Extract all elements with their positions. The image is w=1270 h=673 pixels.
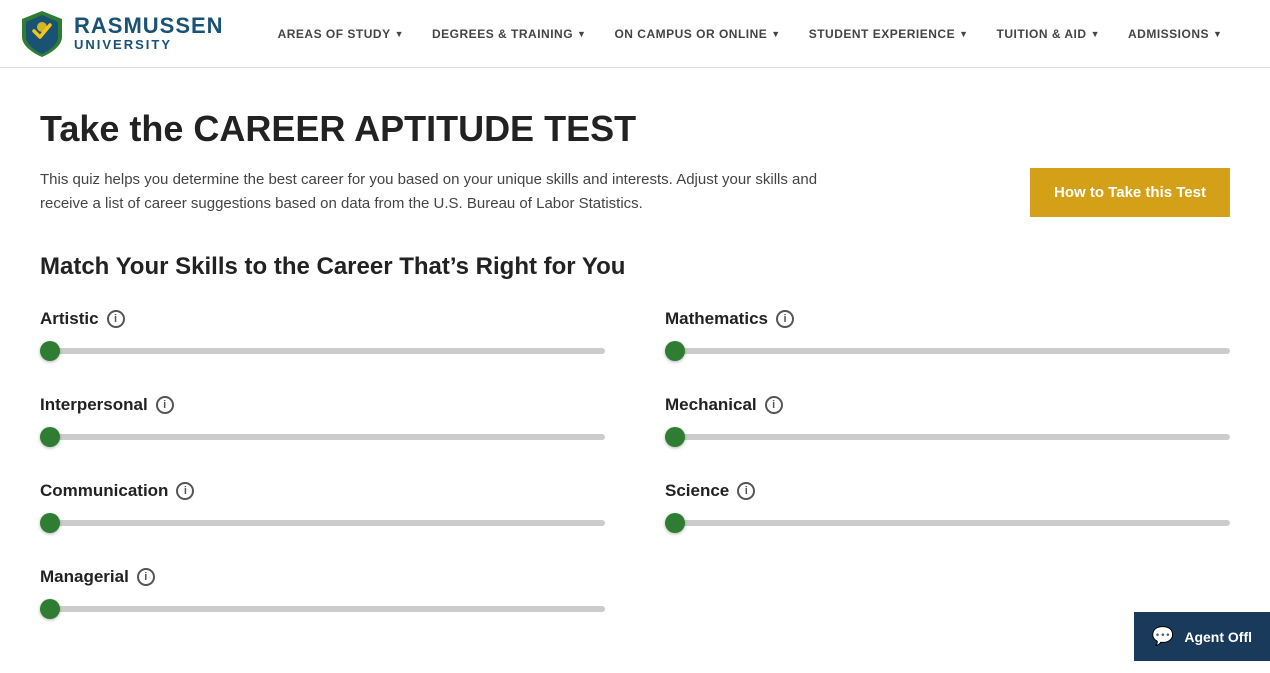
- nav-menu: AREAS OF STUDY ▼ DEGREES & TRAINING ▼ ON…: [264, 0, 1237, 68]
- nav-item-tuition: TUITION & AID ▼: [983, 0, 1114, 68]
- slider-science[interactable]: [665, 520, 1230, 526]
- slider-group-interpersonal: Interpersonal i: [40, 395, 605, 445]
- page-title: Take the CAREER APTITUDE TEST: [40, 108, 1230, 150]
- nav-item-degrees: DEGREES & TRAINING ▼: [418, 0, 600, 68]
- intro-row: This quiz helps you determine the best c…: [40, 168, 1230, 217]
- chevron-down-icon: ▼: [1091, 29, 1100, 39]
- slider-managerial[interactable]: [40, 606, 605, 612]
- nav-link-admissions[interactable]: ADMISSIONS ▼: [1114, 0, 1236, 68]
- slider-mathematics[interactable]: [665, 348, 1230, 354]
- section-title: Match Your Skills to the Career That’s R…: [40, 253, 1230, 281]
- slider-label-science: Science i: [665, 481, 1230, 501]
- nav-link-areas[interactable]: AREAS OF STUDY ▼: [264, 0, 418, 68]
- nav-item-areas: AREAS OF STUDY ▼: [264, 0, 418, 68]
- info-icon-interpersonal[interactable]: i: [156, 396, 174, 414]
- nav-item-admissions: ADMISSIONS ▼: [1114, 0, 1236, 68]
- info-icon-managerial[interactable]: i: [137, 568, 155, 586]
- slider-group-science: Science i: [665, 481, 1230, 531]
- slider-label-mathematics: Mathematics i: [665, 309, 1230, 329]
- main-nav: RASMUSSEN UNIVERSITY AREAS OF STUDY ▼ DE…: [0, 0, 1270, 68]
- slider-artistic[interactable]: [40, 348, 605, 354]
- logo-university: UNIVERSITY: [74, 38, 224, 52]
- chat-widget[interactable]: 💬 Agent Offl: [1134, 612, 1270, 661]
- nav-link-student[interactable]: STUDENT EXPERIENCE ▼: [795, 0, 983, 68]
- how-to-button[interactable]: How to Take this Test: [1030, 168, 1230, 217]
- nav-link-campus[interactable]: ON CAMPUS OR ONLINE ▼: [600, 0, 794, 68]
- nav-link-degrees[interactable]: DEGREES & TRAINING ▼: [418, 0, 600, 68]
- info-icon-communication[interactable]: i: [176, 482, 194, 500]
- slider-label-artistic: Artistic i: [40, 309, 605, 329]
- logo-text: RASMUSSEN UNIVERSITY: [74, 14, 224, 52]
- chevron-down-icon: ▼: [959, 29, 968, 39]
- slider-group-artistic: Artistic i: [40, 309, 605, 359]
- logo-rasmussen: RASMUSSEN: [74, 14, 224, 38]
- logo-icon: [20, 9, 64, 59]
- slider-group-mechanical: Mechanical i: [665, 395, 1230, 445]
- nav-link-tuition[interactable]: TUITION & AID ▼: [983, 0, 1114, 68]
- slider-group-communication: Communication i: [40, 481, 605, 531]
- info-icon-mathematics[interactable]: i: [776, 310, 794, 328]
- sliders-left-col: Artistic i Interpersonal i Communication…: [40, 309, 605, 653]
- info-icon-mechanical[interactable]: i: [765, 396, 783, 414]
- chat-label: Agent Offl: [1184, 629, 1252, 645]
- info-icon-artistic[interactable]: i: [107, 310, 125, 328]
- slider-label-managerial: Managerial i: [40, 567, 605, 587]
- sliders-right-col: Mathematics i Mechanical i Science i: [665, 309, 1230, 653]
- info-icon-science[interactable]: i: [737, 482, 755, 500]
- nav-item-campus: ON CAMPUS OR ONLINE ▼: [600, 0, 794, 68]
- slider-label-communication: Communication i: [40, 481, 605, 501]
- intro-text: This quiz helps you determine the best c…: [40, 168, 860, 216]
- slider-interpersonal[interactable]: [40, 434, 605, 440]
- slider-mechanical[interactable]: [665, 434, 1230, 440]
- sliders-grid: Artistic i Interpersonal i Communication…: [40, 309, 1230, 653]
- chevron-down-icon: ▼: [395, 29, 404, 39]
- chat-icon: 💬: [1152, 626, 1174, 647]
- slider-communication[interactable]: [40, 520, 605, 526]
- slider-group-managerial: Managerial i: [40, 567, 605, 617]
- slider-label-mechanical: Mechanical i: [665, 395, 1230, 415]
- logo-link[interactable]: RASMUSSEN UNIVERSITY: [20, 9, 224, 59]
- slider-label-interpersonal: Interpersonal i: [40, 395, 605, 415]
- chevron-down-icon: ▼: [1213, 29, 1222, 39]
- slider-group-mathematics: Mathematics i: [665, 309, 1230, 359]
- chevron-down-icon: ▼: [771, 29, 780, 39]
- main-content: Take the CAREER APTITUDE TEST This quiz …: [0, 68, 1270, 673]
- chevron-down-icon: ▼: [577, 29, 586, 39]
- nav-item-student: STUDENT EXPERIENCE ▼: [795, 0, 983, 68]
